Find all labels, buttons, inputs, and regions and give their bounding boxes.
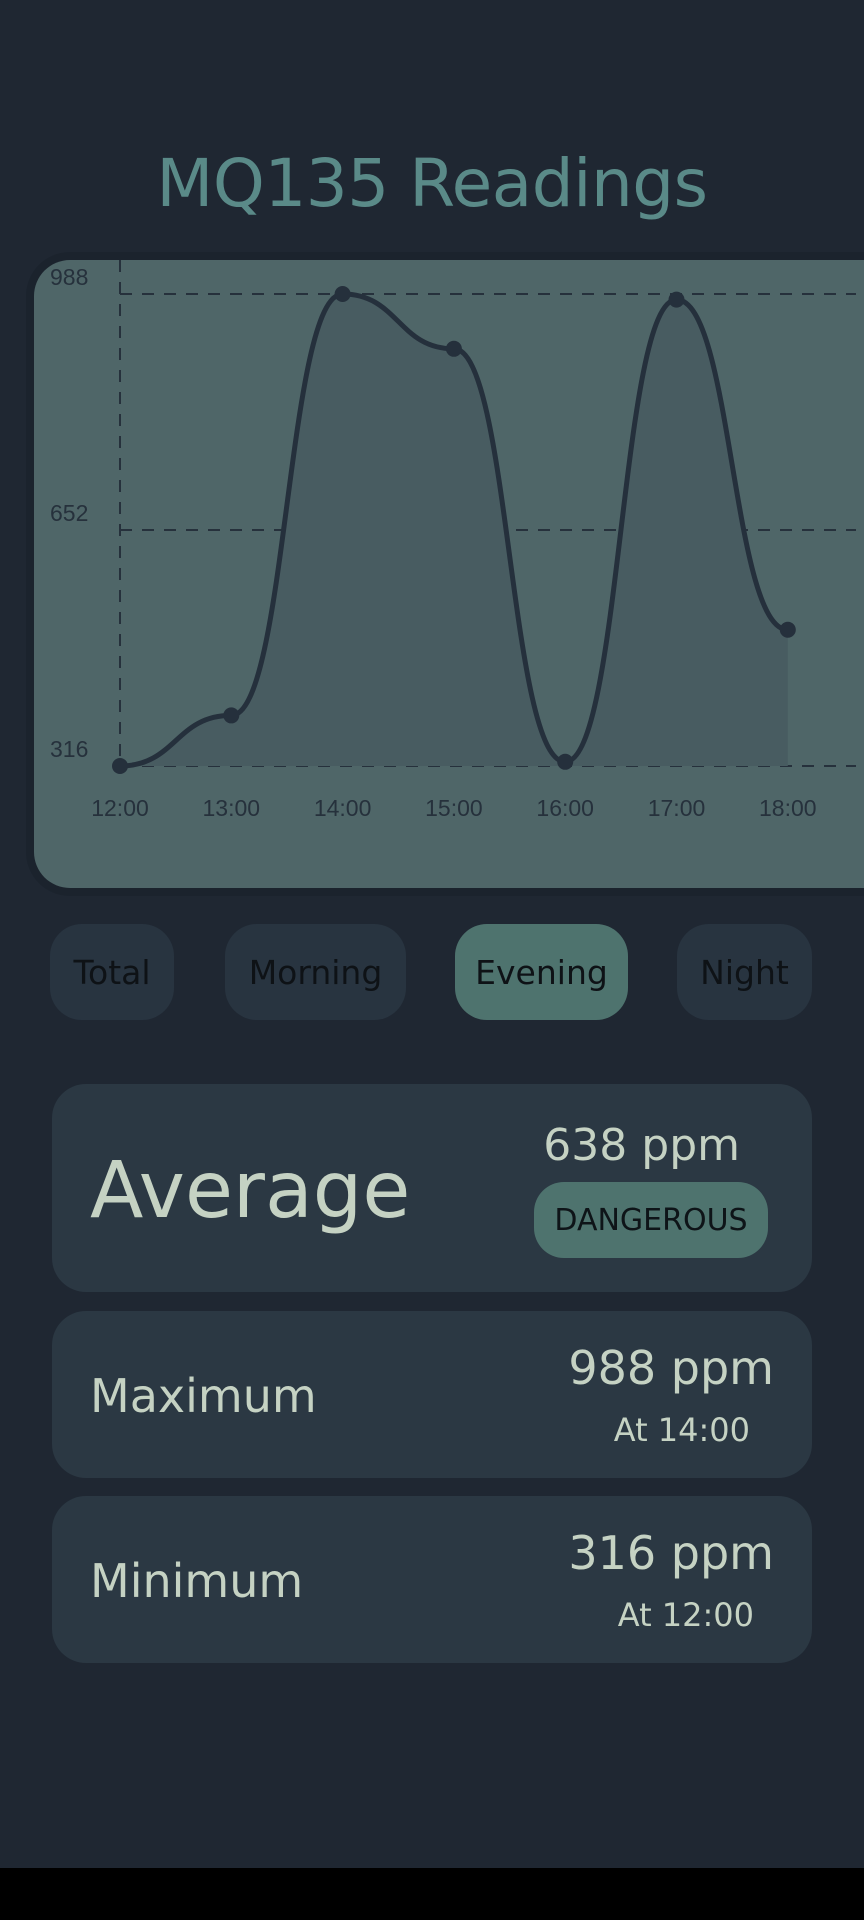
data-point bbox=[223, 707, 240, 724]
data-point bbox=[779, 621, 796, 638]
data-point bbox=[668, 291, 685, 308]
data-point bbox=[112, 758, 128, 774]
filter-evening-chip[interactable]: Evening bbox=[455, 924, 628, 1020]
filter-night-chip[interactable]: Night bbox=[677, 924, 812, 1020]
time-filter-group: Total Morning Evening Night bbox=[0, 924, 864, 1020]
minimum-label: Minimum bbox=[90, 1554, 304, 1608]
data-point bbox=[445, 340, 462, 357]
x-tick-label: 17:00 bbox=[648, 795, 706, 821]
y-tick-label: 988 bbox=[50, 264, 88, 290]
data-point bbox=[557, 753, 574, 770]
minimum-card: Minimum 316 ppm At 12:00 bbox=[52, 1496, 812, 1663]
filter-morning-chip[interactable]: Morning bbox=[225, 924, 406, 1020]
data-point bbox=[334, 286, 351, 302]
x-tick-label: 12:00 bbox=[91, 795, 149, 821]
y-tick-label: 652 bbox=[50, 500, 88, 526]
series-area bbox=[120, 294, 788, 766]
air-quality-status-badge: DANGEROUS bbox=[534, 1182, 768, 1258]
maximum-card: Maximum 988 ppm At 14:00 bbox=[52, 1311, 812, 1478]
system-navigation-bar bbox=[0, 1868, 864, 1920]
line-chart-svg: 988 652 316 12:00 13:00 14:00 15:00 16:00 17:00… bbox=[50, 260, 856, 821]
x-tick-label: 18:00 bbox=[759, 795, 817, 821]
readings-chart: 988 652 316 12:00 13:00 14:00 15:00 16:00 17:00… bbox=[34, 260, 864, 888]
filter-total-chip[interactable]: Total bbox=[50, 924, 174, 1020]
minimum-time: At 12:00 bbox=[617, 1596, 754, 1634]
page-title: MQ135 Readings bbox=[156, 145, 708, 222]
maximum-label: Maximum bbox=[90, 1369, 317, 1423]
minimum-value: 316 ppm bbox=[568, 1526, 774, 1580]
y-tick-label: 316 bbox=[50, 736, 88, 762]
average-value: 638 ppm bbox=[543, 1120, 740, 1171]
maximum-time: At 14:00 bbox=[613, 1411, 750, 1449]
x-tick-label: 14:00 bbox=[314, 795, 372, 821]
x-tick-label: 13:00 bbox=[203, 795, 261, 821]
average-label: Average bbox=[90, 1146, 411, 1236]
average-card: Average 638 ppm DANGEROUS bbox=[52, 1084, 812, 1292]
x-tick-label: 16:00 bbox=[536, 795, 594, 821]
x-tick-label: 15:00 bbox=[425, 795, 483, 821]
maximum-value: 988 ppm bbox=[568, 1341, 774, 1395]
